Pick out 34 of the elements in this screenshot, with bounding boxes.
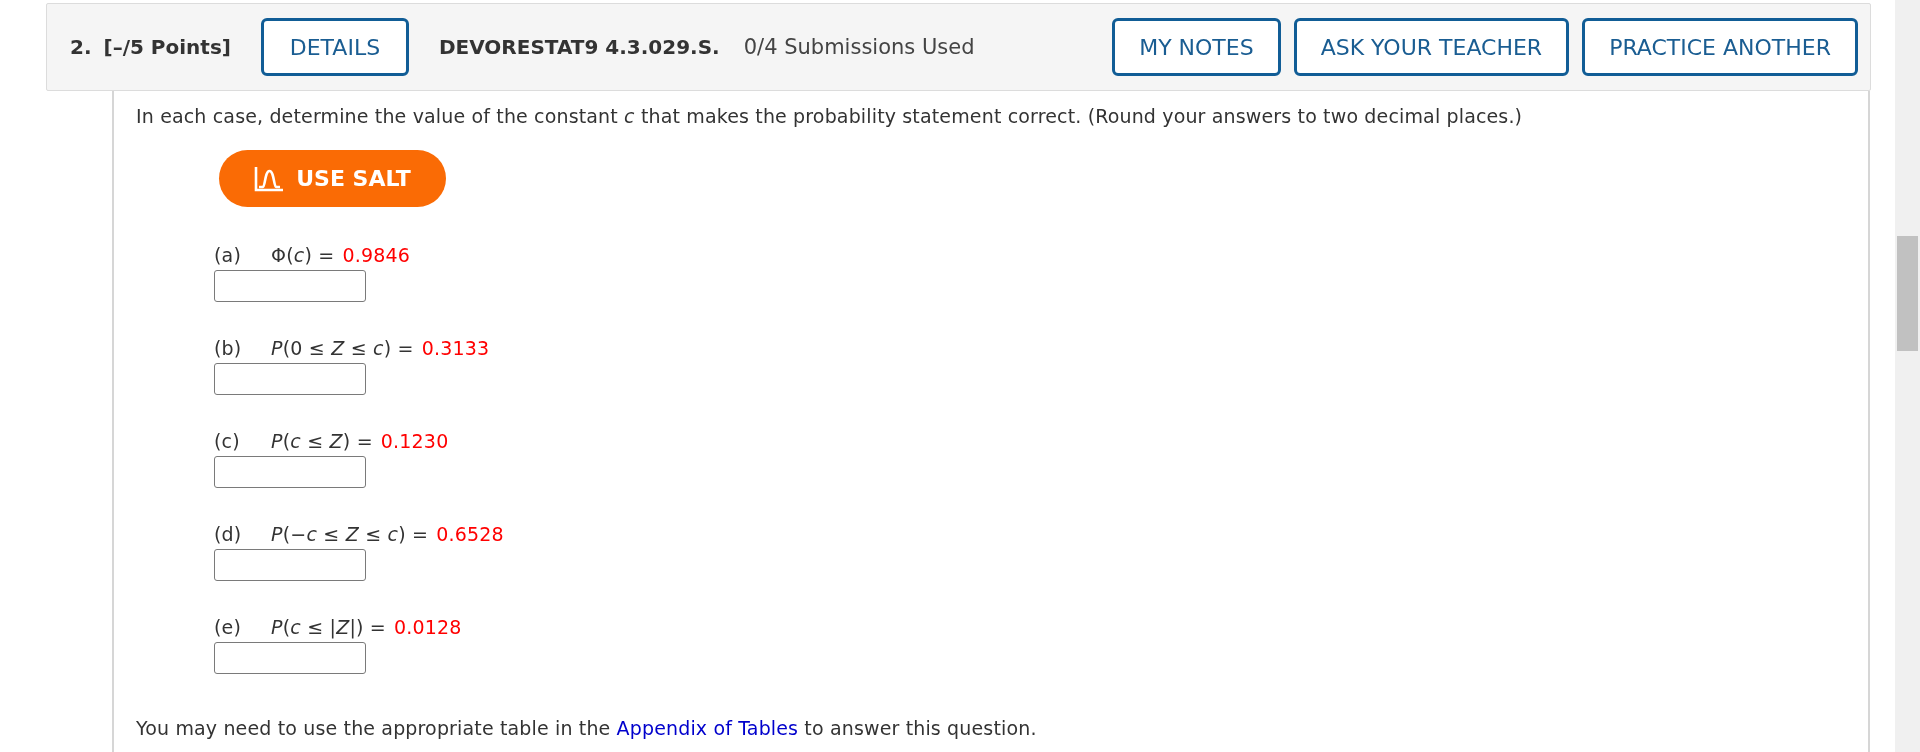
given-value: 0.1230 bbox=[380, 430, 449, 452]
part-label: (a) bbox=[214, 244, 243, 266]
submissions-count: 0/4 Submissions Used bbox=[743, 35, 975, 59]
given-value: 0.3133 bbox=[421, 337, 490, 359]
appendix-link[interactable]: Appendix of Tables bbox=[616, 717, 799, 739]
math-expression: P(c ≤ |Z|) = bbox=[271, 616, 386, 638]
given-value: 0.6528 bbox=[436, 523, 504, 545]
answer-box[interactable] bbox=[214, 456, 366, 488]
answer-box[interactable] bbox=[214, 363, 366, 395]
answer-box[interactable] bbox=[214, 270, 366, 302]
given-value: 0.9846 bbox=[342, 244, 411, 266]
bell-curve-icon bbox=[254, 165, 285, 192]
header-action-button[interactable]: PRACTICE ANOTHER bbox=[1582, 18, 1858, 76]
points-label: [–/5 Points] bbox=[103, 35, 231, 59]
part-label: (b) bbox=[214, 337, 243, 359]
part-label: (e) bbox=[214, 616, 243, 638]
part-label: (c) bbox=[214, 430, 241, 452]
header-action-button[interactable]: MY NOTES bbox=[1112, 18, 1281, 76]
question-code: DEVORESTAT9 4.3.029.S. bbox=[438, 35, 720, 59]
part-label: (d) bbox=[214, 523, 243, 545]
details-button[interactable]: DETAILS bbox=[260, 18, 409, 76]
table-note: You may need to use the appropriate table in the Appendix of Tables to answer this question. bbox=[136, 717, 1038, 739]
math-expression: P(0 ≤ Z ≤ c) = bbox=[271, 337, 414, 359]
answer-box[interactable] bbox=[214, 549, 366, 581]
scrollbar-thumb[interactable] bbox=[1897, 236, 1918, 351]
math-expression: P(−c ≤ Z ≤ c) = bbox=[271, 523, 429, 545]
scrollbar[interactable] bbox=[1895, 0, 1920, 752]
math-expression: P(c ≤ Z) = bbox=[271, 430, 373, 452]
header-action-button[interactable]: ASK YOUR TEACHER bbox=[1293, 18, 1570, 76]
question-number: 2. bbox=[70, 35, 92, 59]
math-expression: Φ(c) = bbox=[271, 244, 335, 266]
answer-box[interactable] bbox=[214, 642, 366, 674]
given-value: 0.0128 bbox=[393, 616, 462, 638]
instructions-text: In each case, determine the value of the constant c that makes the probability statement correct. (Round your answers to two decimal places.) bbox=[136, 105, 1524, 127]
